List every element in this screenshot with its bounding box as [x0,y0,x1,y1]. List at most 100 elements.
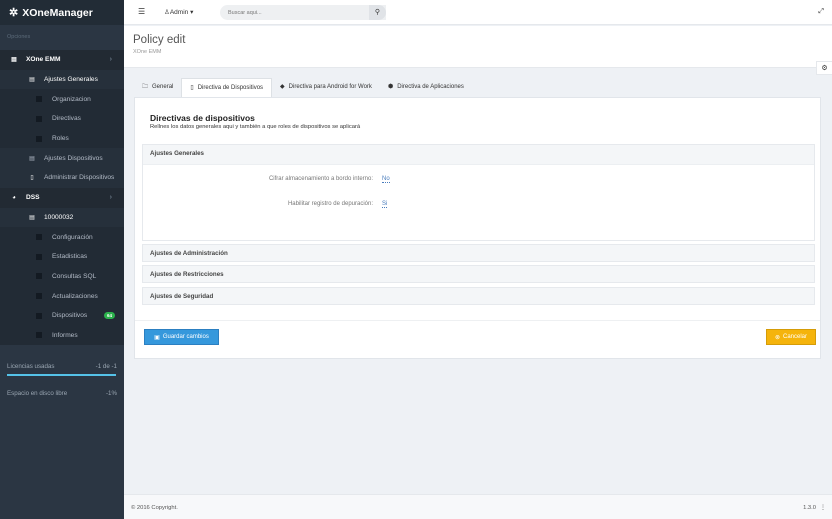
licenses-label: Licencias usadas [7,363,55,371]
user-icon [36,135,42,142]
sidebar-item-label: Directivas [52,115,81,123]
sidebar-item-administrar-dispositivos[interactable]: ▯ Administrar Dispositivos [0,168,124,188]
field-label: Habilitar registro de depuración: [287,201,373,207]
sidebar-item-label: XOne EMM [26,56,61,64]
caret-down-icon: ▾ [190,9,194,16]
folder-icon: 🗀 [142,84,149,90]
scroll-top-icon[interactable]: ⋮ [820,504,826,511]
sidebar-item-label: Configuración [52,233,93,241]
mobile-icon: ▯ [30,175,34,182]
sidebar-item-label: Dispositivos [52,312,88,320]
page-title: Policy edit [133,34,186,46]
policy-card: Directivas de dispositivos Rellnes los d… [134,97,821,359]
app-title: XOneManager [22,6,93,19]
database-icon [36,273,42,280]
tab-directiva-dispositivos[interactable]: ▯ Directiva de Dispositivos [181,78,273,97]
panel-header-seguridad[interactable]: Ajustes de Seguridad [143,288,814,306]
sidebar-item-dispositivos[interactable]: Dispositivos 64 [0,305,124,326]
cancel-label: Cancelar [783,334,808,340]
brand[interactable]: ✲ XOneManager [0,0,124,25]
search-icon[interactable]: ⚲ [369,5,386,20]
save-button[interactable]: ▣ Guardar cambios [144,329,219,345]
sidebar-item-label: Informes [52,331,78,339]
card-description: Rellnes los datos generales aqui y tambi… [150,124,361,130]
card-divider [135,320,820,321]
save-label: Guardar cambios [162,334,209,340]
tab-directiva-aplicaciones[interactable]: ⬢ Directiva de Aplicaciones [380,78,472,97]
panel-header-administracion[interactable]: Ajustes de Administración [143,245,814,263]
field-label: Cifrar almacenamiento a bordo interno: [268,176,373,182]
phone-icon [36,312,42,319]
chart-icon [36,253,42,260]
sidebar-section-label: Opciones [7,34,31,40]
sidebar-item-ajustes-dispositivos[interactable]: ▤ Ajustes Dispositivos [0,148,124,169]
copyright: © 2016 Copyright. [131,505,178,511]
sidebar-item-ajustes-generales[interactable]: ▤ Ajustes Generales [0,69,124,90]
tab-general[interactable]: 🗀 General [134,78,181,97]
sidebar-item-consultas-sql[interactable]: Consultas SQL [0,266,124,287]
sidebar-item-label: Roles [52,135,69,143]
footer: © 2016 Copyright. 1.3.0 ⋮ [124,494,832,519]
settings-gear-icon[interactable]: ⚙ [816,61,832,75]
panel-ajustes-generales: Ajustes Generales Cifrar almacenamiento … [142,144,815,241]
topbar: ☰ ♙Admin ▾ ⚲ ⤢ [124,0,832,25]
panel-header-restricciones[interactable]: Ajustes de Restricciones [143,266,814,284]
sidebar-item-label: Ajustes Dispositivos [44,154,103,162]
building-icon [36,96,42,103]
sidebar-item-estadisticas[interactable]: Estadisticas [0,246,124,267]
search-input[interactable] [220,5,386,20]
fullscreen-icon[interactable]: ⤢ [818,8,824,16]
sidebar-item-organizacion[interactable]: Organizacion [0,89,124,110]
page-subtitle: XOne EMM [133,49,162,55]
sidebar-item-label: Administrar Dispositivos [44,174,115,182]
sidebar-item-dss[interactable]: ◕ DSS › [0,187,124,208]
wrench-icon [36,234,42,241]
sidebar-item-label: DSS [26,194,40,202]
user-menu[interactable]: ♙Admin ▾ [164,8,193,16]
card-title: Directivas de dispositivos [150,113,255,123]
sidebar-item-configuracion[interactable]: Configuración [0,227,124,247]
panel-ajustes-seguridad[interactable]: Ajustes de Seguridad [142,287,815,305]
sidebar-item-label: Organizacion [52,95,91,103]
gear-icon: ✲ [9,7,19,19]
key-icon [36,115,42,122]
tab-directiva-android-work[interactable]: ◆ Directiva para Android for Work [272,78,380,97]
tab-label: Directiva para Android for Work [288,84,372,90]
cubes-icon: ⬢ [387,84,394,90]
menu-toggle-icon[interactable]: ☰ [138,7,145,16]
android-icon: ◆ [280,84,285,90]
chevron-right-icon: › [109,56,112,64]
sidebar-item-roles[interactable]: Roles [0,128,124,149]
dashboard-icon: ◕ [12,194,16,201]
panel-header-ajustes-generales[interactable]: Ajustes Generales [143,145,814,163]
panel-ajustes-restricciones[interactable]: Ajustes de Restricciones [142,265,815,283]
server-icon: ▤ [11,57,17,64]
upload-icon [36,293,42,300]
disk-value: -1% [105,389,117,397]
page-header: Policy edit XOne EMM ⚙ [124,26,832,75]
sidebar-item-label: Consultas SQL [52,272,97,280]
cancel-button[interactable]: ⊗ Cancelar [766,329,816,345]
user-name: Admin [169,9,189,16]
sidebar-item-label: Ajustes Generales [44,76,98,84]
sidebar-item-xone-emm[interactable]: ▤ XOne EMM › [0,50,124,70]
licenses-value: -1 de -1 [95,363,117,371]
field-value-registro[interactable]: Si [382,201,388,208]
panel-ajustes-administracion[interactable]: Ajustes de Administración [142,244,815,262]
tab-label: General [152,84,174,90]
chevron-right-icon: › [109,194,112,202]
sidebar: ✲ XOneManager Opciones ▤ XOne EMM › ▤ Aj… [0,0,124,519]
mobile-icon: ▯ [190,85,194,91]
sidebar-item-label: Estadisticas [52,253,88,261]
tab-label: Directiva de Dispositivos [197,85,264,91]
sidebar-item-directivas[interactable]: Directivas [0,109,124,129]
floppy-icon: ▣ [154,334,160,341]
panel-body: Cifrar almacenamiento a bordo interno: N… [143,164,814,240]
field-value-cifrar[interactable]: No [382,176,390,183]
sidebar-item-10000032[interactable]: ▤ 10000032 [0,207,124,228]
sidebar-item-informes[interactable]: Informes [0,325,124,346]
sidebar-item-actualizaciones[interactable]: Actualizaciones [0,286,124,306]
report-icon [36,332,42,339]
disk-label: Espacio en disco libre [7,389,68,397]
